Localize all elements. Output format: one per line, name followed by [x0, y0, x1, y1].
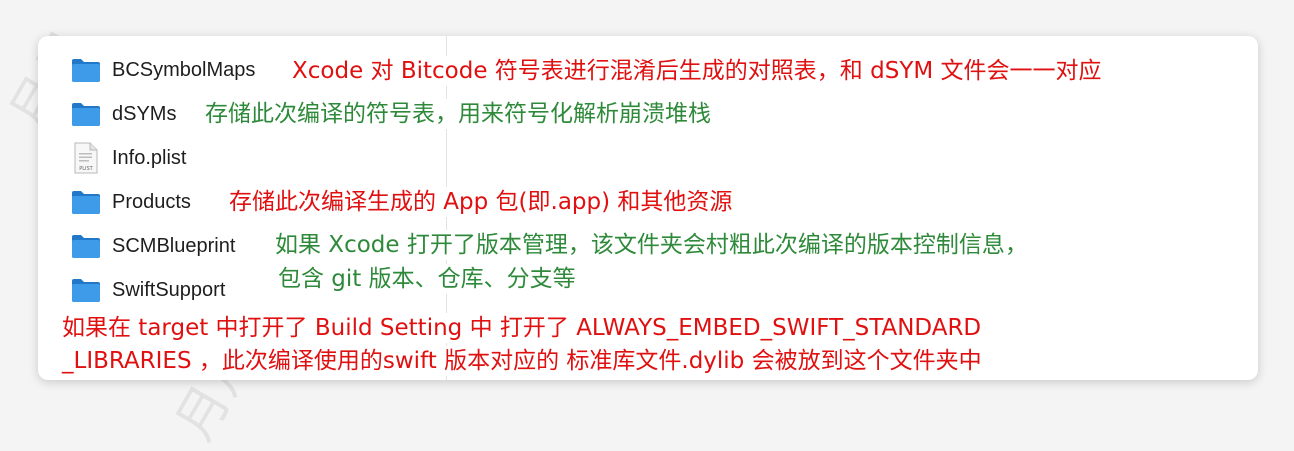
plist-file-icon: PLIST — [70, 142, 102, 174]
annotation-bcsymbolmaps: Xcode 对 Bitcode 符号表进行混淆后生成的对照表，和 dSYM 文件… — [290, 56, 1104, 86]
file-name: Info.plist — [112, 146, 191, 170]
annotation-scmblueprint-line1: 如果 Xcode 打开了版本管理，该文件夹会村粗此次编译的版本控制信息， — [273, 230, 1030, 260]
annotation-scmblueprint-line2: 包含 git 版本、仓库、分支等 — [276, 264, 578, 294]
file-name: SwiftSupport — [112, 278, 230, 302]
file-name: BCSymbolMaps — [112, 58, 260, 82]
file-row-bcsymbolmaps[interactable]: BCSymbolMaps — [70, 53, 260, 87]
folder-icon — [70, 54, 102, 86]
annotation-swiftsupport-line1: 如果在 target 中打开了 Build Setting 中 打开了 ALWA… — [60, 313, 984, 343]
folder-icon — [70, 186, 102, 218]
annotation-products: 存储此次编译生成的 App 包(即.app) 和其他资源 — [227, 187, 735, 217]
file-row-info-plist[interactable]: PLIST Info.plist — [70, 141, 191, 175]
annotation-dsyms: 存储此次编译的符号表，用来符号化解析崩溃堆栈 — [203, 99, 713, 129]
file-row-products[interactable]: Products — [70, 185, 195, 219]
file-row-swiftsupport[interactable]: SwiftSupport — [70, 273, 230, 307]
folder-icon — [70, 274, 102, 306]
file-name: Products — [112, 190, 195, 214]
folder-icon — [70, 230, 102, 262]
file-row-dsyms[interactable]: dSYMs — [70, 97, 181, 131]
plist-icon-label: PLIST — [79, 166, 93, 172]
file-name: dSYMs — [112, 102, 181, 126]
file-name: SCMBlueprint — [112, 234, 240, 258]
file-row-scmblueprint[interactable]: SCMBlueprint — [70, 229, 240, 263]
folder-icon — [70, 98, 102, 130]
annotation-swiftsupport-line2: _LIBRARIES ，此次编译使用的swift 版本对应的 标准库文件.dyl… — [60, 346, 984, 376]
